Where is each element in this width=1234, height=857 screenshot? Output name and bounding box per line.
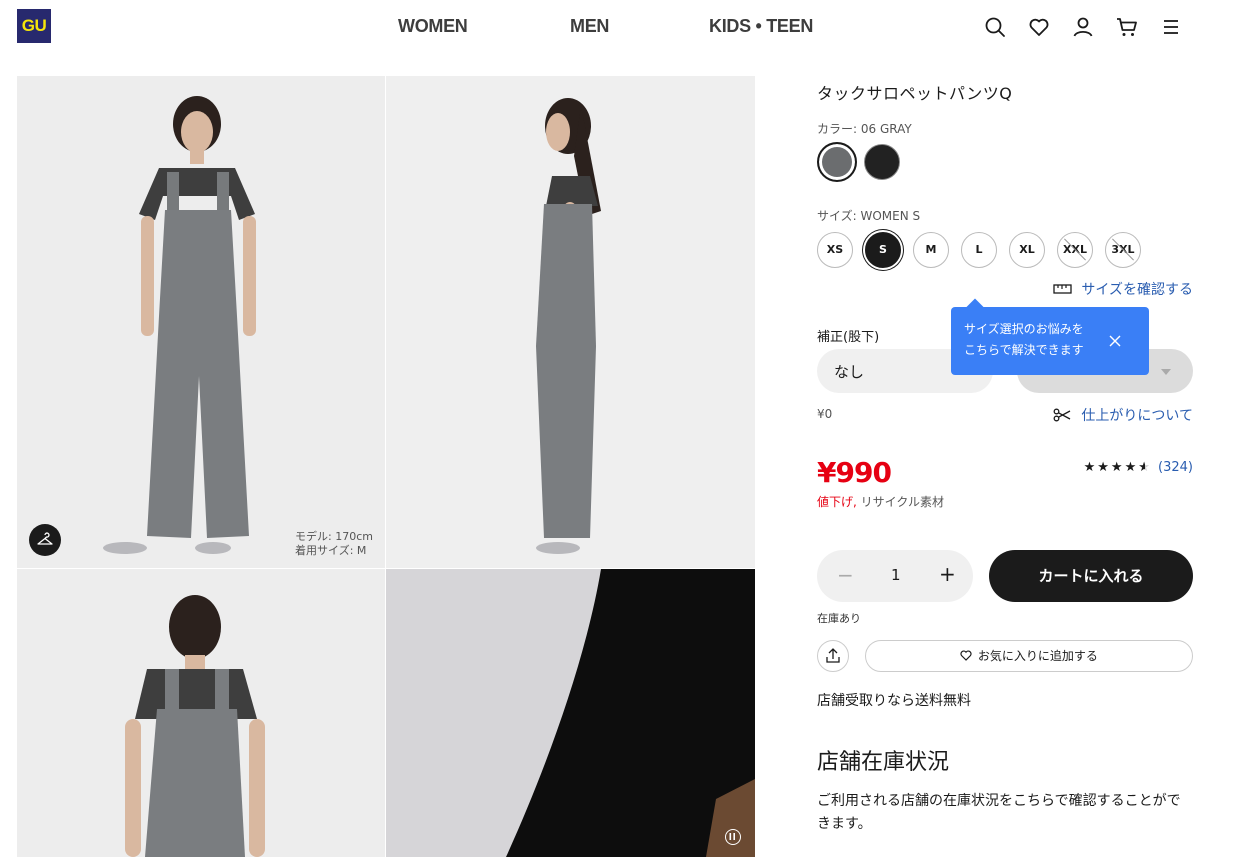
size-guide-label: サイズを確認する (1081, 282, 1193, 298)
tooltip-line-2: こちらで解決できます (964, 343, 1084, 357)
price: ¥990 (817, 456, 892, 489)
price-tag-recycled: リサイクル素材 (860, 495, 945, 509)
hanger-button[interactable] (29, 524, 61, 556)
gu-logo[interactable]: GU (17, 9, 51, 43)
account-icon[interactable] (1071, 15, 1095, 39)
size-s[interactable]: S (865, 232, 901, 268)
model-height: モデル: 170cm (295, 530, 373, 543)
heart-icon[interactable] (1027, 15, 1051, 39)
pause-icon (729, 833, 735, 840)
rating-stars: ★★★★★ ★★★★★ (1084, 460, 1152, 475)
nav-men[interactable]: MEN (570, 16, 609, 37)
nav-women[interactable]: WOMEN (398, 16, 468, 37)
pause-button[interactable] (725, 829, 741, 845)
decrease-button[interactable]: − (837, 563, 854, 587)
product-gallery: モデル: 170cm 着用サイズ: M (17, 76, 755, 857)
size-guide-link[interactable]: サイズを確認する (1053, 279, 1193, 299)
price-tag-sale: 値下げ, (817, 495, 857, 509)
finish-info-label: 仕上がりについて (1081, 408, 1193, 424)
product-image-detail[interactable] (386, 569, 755, 857)
shipping-note: 店舗受取りなら送料無料 (817, 693, 971, 709)
chevron-down-icon (1161, 369, 1171, 375)
rating-stars-filled: ★★★★★ (1083, 460, 1146, 475)
size-xxl[interactable]: XXL (1057, 232, 1093, 268)
size-xl[interactable]: XL (1009, 232, 1045, 268)
product-image-back[interactable] (17, 569, 385, 857)
search-icon[interactable] (983, 15, 1007, 39)
alteration-price: ¥0 (817, 407, 833, 421)
product-title: タックサロペットパンツQ (817, 84, 1013, 103)
alteration-value: なし (834, 363, 865, 381)
store-stock-description: ご利用される店舗の在庫状況をこちらで確認することができます。 (817, 793, 1181, 832)
nav-kids-teen[interactable]: KIDS • TEEN (709, 16, 813, 37)
color-swatch-gray[interactable] (817, 142, 857, 182)
price-tags: 値下げ, リサイクル素材 (817, 493, 944, 510)
rating[interactable]: ★★★★★ ★★★★★ (324) (1084, 460, 1193, 475)
quantity-stepper: − 1 + (817, 550, 973, 602)
product-image-front[interactable]: モデル: 170cm 着用サイズ: M (17, 76, 385, 568)
quantity-value: 1 (891, 566, 901, 584)
ruler-icon (1053, 284, 1073, 294)
size-help-tooltip[interactable]: サイズ選択のお悩みを こちらで解決できます (951, 307, 1149, 375)
share-button[interactable] (817, 640, 849, 672)
color-swatch-black[interactable] (864, 144, 900, 180)
tooltip-line-1: サイズ選択のお悩みを (964, 322, 1084, 336)
increase-button[interactable]: + (939, 562, 956, 586)
size-m[interactable]: M (913, 232, 949, 268)
model-size: 着用サイズ: M (295, 544, 367, 557)
product-image-side[interactable] (386, 76, 755, 568)
color-label: カラー: 06 GRAY (817, 122, 912, 136)
size-xs[interactable]: XS (817, 232, 853, 268)
size-l[interactable]: L (961, 232, 997, 268)
stock-status: 在庫あり (817, 612, 861, 625)
cart-icon[interactable] (1115, 15, 1139, 39)
alteration-label: 補正(股下) (817, 330, 880, 345)
size-3xl[interactable]: 3XL (1105, 232, 1141, 268)
model-info: モデル: 170cm 着用サイズ: M (295, 530, 373, 558)
close-icon[interactable] (1109, 335, 1121, 347)
site-header: GU WOMEN MEN KIDS • TEEN (0, 0, 1234, 56)
heart-outline-icon (960, 650, 972, 661)
scissors-icon (1053, 408, 1071, 422)
add-to-cart-button[interactable]: カートに入れる (989, 550, 1193, 602)
menu-icon[interactable] (1159, 15, 1183, 39)
size-label: サイズ: WOMEN S (817, 209, 921, 223)
share-icon (826, 648, 840, 663)
store-stock-title: 店舗在庫状況 (817, 750, 950, 775)
finish-info-link[interactable]: 仕上がりについて (1053, 405, 1193, 425)
favorite-label: お気に入りに追加する (977, 649, 1098, 663)
hanger-icon (37, 532, 53, 545)
review-count[interactable]: (324) (1158, 460, 1193, 475)
add-to-favorites-button[interactable]: お気に入りに追加する (865, 640, 1193, 672)
